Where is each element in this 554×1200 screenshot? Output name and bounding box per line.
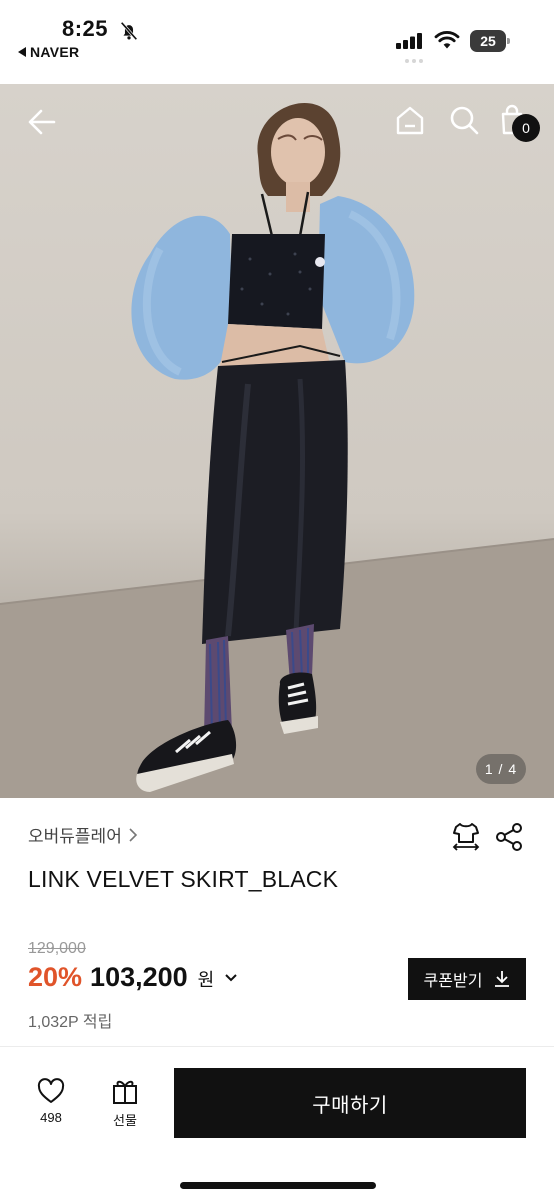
like-count: 498 [40, 1110, 62, 1125]
search-icon[interactable] [446, 102, 482, 138]
home-icon[interactable] [392, 102, 428, 138]
reward-points: 1,032P 적립 [28, 1014, 113, 1031]
divider [0, 1046, 554, 1047]
home-indicator[interactable] [180, 1182, 376, 1189]
product-image-carousel[interactable] [0, 84, 554, 798]
cart-count-badge: 0 [512, 114, 540, 142]
back-to-app-link[interactable]: NAVER [18, 44, 79, 60]
cellular-signal-icon [396, 33, 422, 49]
product-title: LINK VELVET SKIRT_BLACK [28, 866, 339, 892]
status-bar: 8:25 NAVER 25 [0, 0, 554, 84]
bell-muted-icon [120, 21, 138, 41]
brand-link[interactable]: 오버듀플레어 [28, 822, 138, 847]
coupon-label: 쿠폰받기 [423, 973, 483, 990]
heart-icon [37, 1078, 65, 1103]
price-row[interactable]: 20% 103,200 원 [28, 962, 238, 993]
currency-label: 원 [197, 970, 215, 990]
coupon-download-button[interactable]: 쿠폰받기 [408, 958, 526, 1000]
original-price: 129,000 [28, 940, 86, 957]
chevron-down-icon[interactable] [224, 973, 238, 983]
battery-level: 25 [470, 30, 506, 52]
back-app-label: NAVER [30, 44, 80, 60]
download-icon [495, 971, 510, 987]
gift-button[interactable]: 선물 [102, 1078, 148, 1134]
brand-name: 오버듀플레어 [28, 827, 122, 846]
chevron-right-icon [129, 827, 137, 842]
sale-price: 103,200 [90, 962, 188, 992]
back-arrow-icon[interactable] [24, 104, 60, 140]
discount-rate: 20% [28, 962, 83, 992]
gift-label: 선물 [113, 1113, 137, 1128]
size-guide-icon[interactable] [450, 820, 482, 852]
image-pager-indicator: 1 / 4 [476, 754, 526, 784]
share-icon[interactable] [494, 822, 524, 852]
back-triangle-icon [18, 47, 26, 57]
buy-button[interactable]: 구매하기 [174, 1068, 526, 1138]
camera-indicator-dots [405, 59, 423, 63]
wifi-icon [434, 31, 460, 49]
gift-icon [113, 1080, 137, 1104]
like-button[interactable]: 498 [28, 1078, 74, 1134]
product-photo [0, 103, 554, 798]
battery-nub [507, 38, 510, 44]
status-time: 8:25 [62, 16, 109, 41]
battery-indicator: 25 [470, 30, 510, 52]
